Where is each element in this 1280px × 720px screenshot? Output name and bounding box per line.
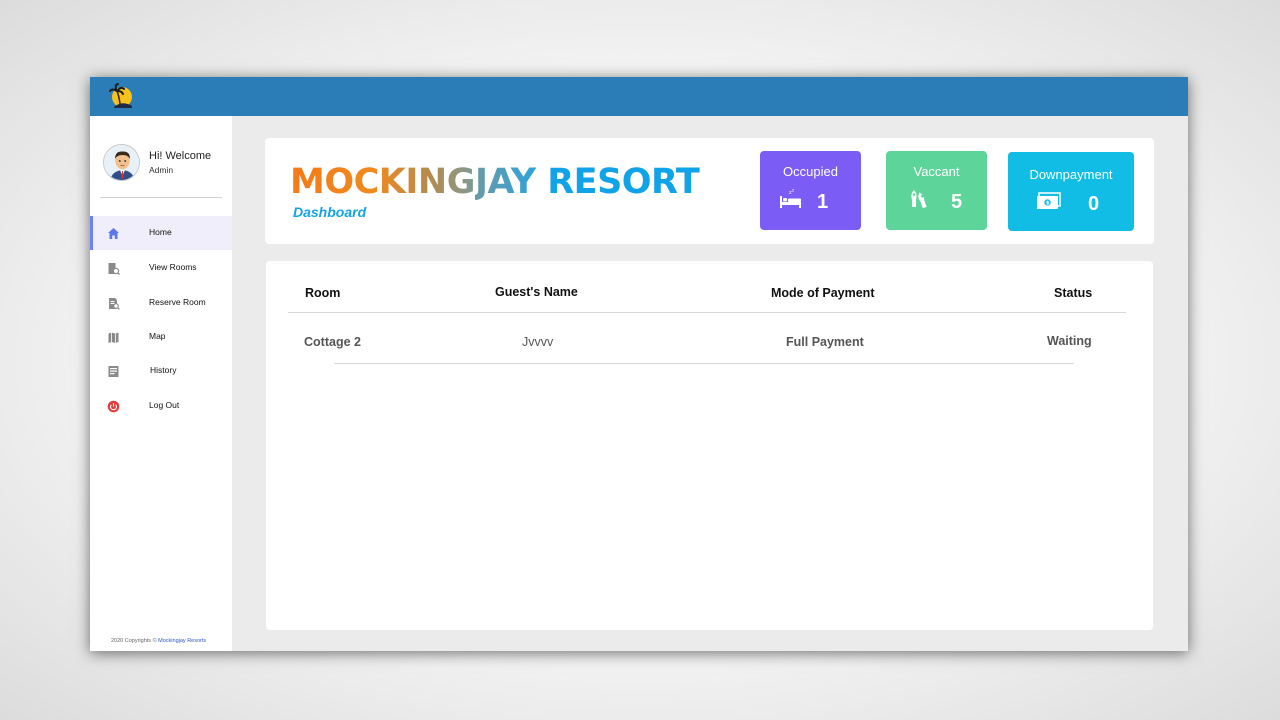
sidebar-item-label: History <box>150 365 177 375</box>
cash-icon: $ <box>1037 192 1061 209</box>
cell-room: Cottage 2 <box>304 335 361 349</box>
map-icon <box>108 332 119 343</box>
power-icon <box>107 400 120 413</box>
table-row-divider <box>334 363 1074 364</box>
copyright-brand-link[interactable]: Mockingjay Resorts <box>158 638 206 644</box>
downpayment-value: 0 <box>1088 193 1100 215</box>
svg-text:z: z <box>792 188 794 193</box>
welcome-text: Hi! Welcome <box>149 150 212 162</box>
column-header-room: Room <box>305 286 341 300</box>
home-icon <box>108 228 119 239</box>
page-title: Dashboard <box>293 204 367 220</box>
column-header-mode-of-payment: Mode of Payment <box>771 286 875 300</box>
sidebar-item-label: View Rooms <box>149 262 197 272</box>
vaccant-label: Vaccant <box>913 164 960 179</box>
sidebar-item-label: Map <box>149 331 166 341</box>
sidebar-item-history[interactable]: History <box>90 354 232 388</box>
dashboard-header-card: MOCKINGJAY RESORT Dashboard Occupied z z… <box>265 138 1154 244</box>
sidebar-item-map[interactable]: Map <box>90 320 232 354</box>
occupied-stat-card[interactable]: Occupied z z 1 <box>760 151 861 230</box>
resort-title-part-1: MOCKING <box>290 162 475 202</box>
user-role: Admin <box>149 165 174 175</box>
downpayment-label: Downpayment <box>1029 167 1113 182</box>
reserve-room-icon <box>109 298 120 310</box>
copyright-text: 2020 Copyrights © <box>111 638 157 644</box>
resort-title-part-3: RESORT <box>535 162 700 202</box>
app-window: Hi! Welcome Admin Home View Rooms Reserv… <box>90 77 1188 651</box>
reservations-table: Room Guest's Name Mode of Payment Status… <box>266 261 1153 630</box>
sidebar-item-log-out[interactable]: Log Out <box>90 389 232 423</box>
history-icon <box>108 366 119 377</box>
resort-title-part-2: JAY <box>474 162 536 202</box>
vaccant-value: 5 <box>951 191 963 213</box>
view-rooms-icon <box>108 263 120 275</box>
sidebar-item-home[interactable]: Home <box>90 216 232 250</box>
sleeping-bed-icon: z z <box>780 188 801 208</box>
sidebar-divider <box>100 197 222 198</box>
vaccant-stat-card[interactable]: Vaccant 5 <box>886 151 987 230</box>
admin-avatar[interactable] <box>103 144 140 181</box>
downpayment-stat-card[interactable]: Downpayment $ 0 <box>1008 152 1134 231</box>
cell-guest-name: Jvvvv <box>522 335 554 349</box>
resort-title: MOCKINGJAY RESORT <box>290 162 700 202</box>
cell-mode-of-payment: Full Payment <box>786 335 864 349</box>
room-keys-icon <box>911 190 927 209</box>
sidebar-item-reserve-room[interactable]: Reserve Room <box>90 286 232 320</box>
sidebar-item-label: Reserve Room <box>149 297 206 307</box>
cell-status: Waiting <box>1047 334 1092 348</box>
column-header-guest-name: Guest's Name <box>495 285 578 299</box>
sidebar: Hi! Welcome Admin Home View Rooms Reserv… <box>90 116 232 651</box>
top-bar <box>90 77 1188 116</box>
sidebar-item-label: Home <box>149 227 172 237</box>
table-header-divider <box>288 312 1126 313</box>
occupied-value: 1 <box>817 191 829 213</box>
copyright-footer: 2020 Copyrights © Mockingjay Resorts <box>111 638 206 644</box>
svg-text:$: $ <box>1046 201 1050 207</box>
column-header-status: Status <box>1054 286 1093 300</box>
sidebar-item-view-rooms[interactable]: View Rooms <box>90 251 232 285</box>
sidebar-item-label: Log Out <box>149 400 180 410</box>
occupied-label: Occupied <box>783 164 838 179</box>
resort-logo[interactable] <box>108 82 134 108</box>
